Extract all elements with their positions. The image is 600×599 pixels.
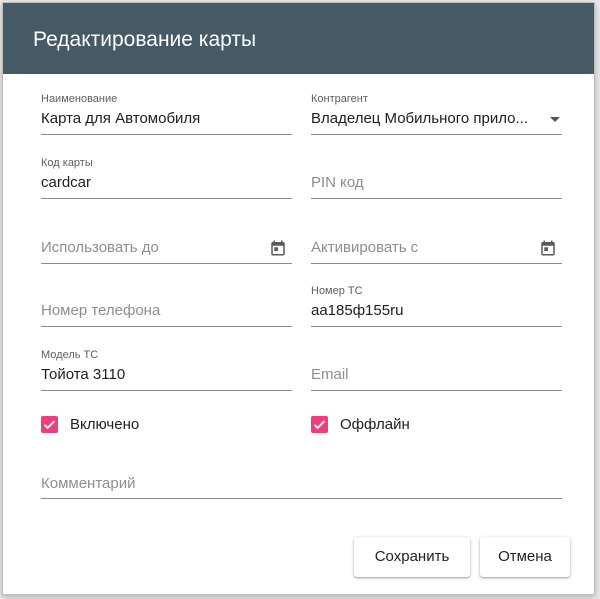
calendar-icon[interactable] bbox=[269, 239, 287, 257]
save-button[interactable]: Сохранить bbox=[354, 537, 470, 577]
calendar-icon[interactable] bbox=[539, 239, 557, 257]
activate-from-field[interactable]: Активировать с bbox=[311, 220, 562, 264]
dialog-title: Редактирование карты bbox=[33, 28, 257, 51]
vehicle-number-value: аа185ф155ru bbox=[311, 302, 404, 319]
counterparty-label: Контрагент bbox=[311, 93, 368, 105]
offline-checkbox-row[interactable]: Оффлайн bbox=[311, 415, 451, 435]
chevron-down-icon[interactable] bbox=[550, 117, 560, 122]
phone-field[interactable]: Номер телефона bbox=[41, 283, 292, 327]
use-until-field[interactable]: Использовать до bbox=[41, 220, 292, 264]
enabled-checkbox[interactable] bbox=[41, 416, 58, 433]
card-code-value: cardcar bbox=[41, 174, 92, 191]
pin-placeholder: PIN код bbox=[311, 174, 364, 191]
phone-placeholder: Номер телефона bbox=[41, 302, 161, 319]
counterparty-value: Владелец Мобильного прило... bbox=[311, 110, 528, 127]
comment-field[interactable]: Комментарий bbox=[41, 461, 562, 499]
cancel-button[interactable]: Отмена bbox=[480, 537, 570, 577]
use-until-placeholder: Использовать до bbox=[41, 239, 159, 256]
card-code-field[interactable]: Код карты cardcar bbox=[41, 155, 292, 199]
vehicle-number-label: Номер ТС bbox=[311, 285, 363, 297]
offline-checkbox[interactable] bbox=[311, 416, 328, 433]
enabled-label: Включено bbox=[70, 416, 140, 433]
email-field[interactable]: Email bbox=[311, 347, 562, 391]
edit-card-dialog: Редактирование карты Наименование Карта … bbox=[2, 2, 595, 595]
checkmark-icon bbox=[43, 420, 56, 430]
vehicle-model-field[interactable]: Модель ТС Тойота 3110 bbox=[41, 347, 292, 391]
name-label: Наименование bbox=[41, 93, 118, 105]
comment-placeholder: Комментарий bbox=[41, 475, 136, 492]
pin-field[interactable]: PIN код bbox=[311, 155, 562, 199]
enabled-checkbox-row[interactable]: Включено bbox=[41, 415, 181, 435]
vehicle-model-value: Тойота 3110 bbox=[41, 366, 126, 383]
offline-label: Оффлайн bbox=[340, 416, 410, 433]
dialog-header: Редактирование карты bbox=[3, 3, 594, 74]
vehicle-number-field[interactable]: Номер ТС аа185ф155ru bbox=[311, 283, 562, 327]
name-field[interactable]: Наименование Карта для Автомобиля bbox=[41, 91, 292, 135]
checkmark-icon bbox=[313, 420, 326, 430]
name-value: Карта для Автомобиля bbox=[41, 110, 201, 127]
counterparty-select[interactable]: Контрагент Владелец Мобильного прило... bbox=[311, 91, 562, 135]
vehicle-model-label: Модель ТС bbox=[41, 349, 99, 361]
card-code-label: Код карты bbox=[41, 157, 93, 169]
email-placeholder: Email bbox=[311, 366, 349, 383]
activate-from-placeholder: Активировать с bbox=[311, 239, 419, 256]
